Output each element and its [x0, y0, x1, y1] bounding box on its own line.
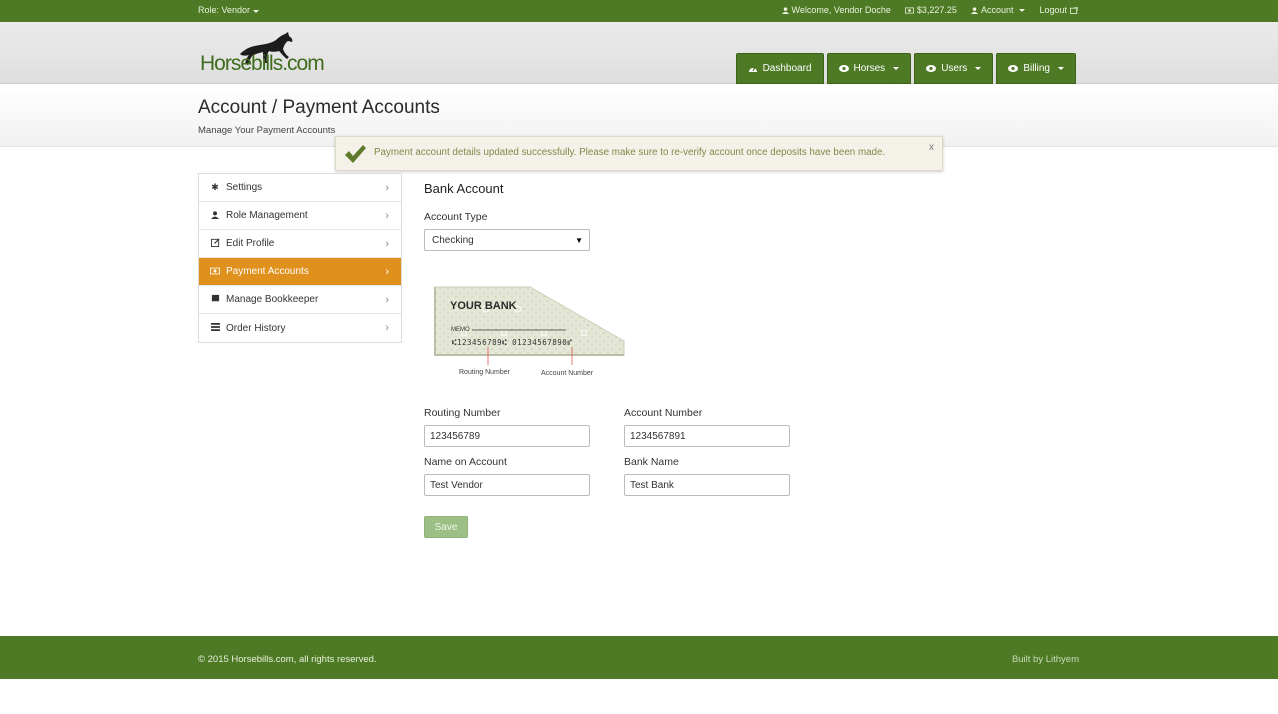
money-icon	[904, 7, 914, 13]
footer-copyright: © 2015 Horsebills.com, all rights reserv…	[198, 654, 377, 665]
nav-horses[interactable]: Horses	[826, 53, 912, 84]
chevron-down-icon	[893, 67, 900, 70]
top-bar: Role: Vendor Welcome, Vendor Doche $3,22…	[0, 0, 1278, 22]
chevron-down-icon	[1058, 67, 1064, 70]
main-nav: Dashboard Horses Users Billing	[735, 53, 1076, 84]
success-alert: Payment account details updated successf…	[335, 136, 943, 171]
account-caption: Account Number	[541, 370, 594, 377]
sidebar-item-edit-profile[interactable]: Edit Profile ›	[199, 230, 401, 258]
account-type-select[interactable]: Checking ▼	[424, 229, 590, 251]
book-icon	[210, 294, 220, 305]
sidebar-item-label: Settings	[226, 182, 263, 193]
account-number-label: Account Number	[624, 407, 703, 419]
settings-sidebar: ✱ Settings › Role Management › Edit Prof…	[198, 173, 402, 343]
external-link-icon	[1070, 6, 1078, 14]
routing-number-input[interactable]	[424, 425, 590, 447]
chevron-down-icon	[253, 10, 260, 13]
chevron-right-icon: ›	[385, 322, 389, 334]
name-on-account-input[interactable]	[424, 474, 590, 496]
chevron-right-icon: ›	[385, 238, 389, 250]
edit-icon	[210, 238, 220, 249]
check-diagram: YOUR BANK MEMO ⑆123456789⑆ 01234567890⑈ …	[434, 286, 625, 377]
role-label: Role: Vendor	[198, 5, 251, 15]
page-subtitle: Manage Your Payment Accounts	[198, 125, 336, 136]
chevron-right-icon: ›	[385, 210, 389, 222]
account-number-input[interactable]	[624, 425, 790, 447]
nav-users-label: Users	[941, 63, 968, 74]
user-icon	[970, 6, 978, 14]
name-on-account-label: Name on Account	[424, 456, 507, 468]
sidebar-item-role-management[interactable]: Role Management ›	[199, 202, 401, 230]
user-icon	[781, 6, 789, 14]
alert-message: Payment account details updated successf…	[374, 147, 886, 158]
nav-billing-label: Billing	[1023, 63, 1050, 74]
check-micr-text: ⑆123456789⑆ 01234567890⑈	[452, 338, 572, 347]
alert-close-button[interactable]: x	[929, 142, 934, 153]
sidebar-item-order-history[interactable]: Order History ›	[199, 314, 401, 342]
chevron-right-icon: ›	[385, 266, 389, 278]
page-title: Account / Payment Accounts	[198, 97, 440, 118]
eye-icon	[926, 65, 937, 72]
account-label: Account	[980, 5, 1014, 15]
chevron-down-icon	[975, 67, 982, 70]
form-heading: Bank Account	[424, 181, 504, 196]
checkmark-icon	[345, 145, 366, 163]
balance-link[interactable]: $3,227.25	[904, 5, 957, 15]
bank-name-label: Bank Name	[624, 456, 679, 468]
routing-number-label: Routing Number	[424, 407, 501, 419]
nav-horses-label: Horses	[853, 63, 886, 74]
account-type-label: Account Type	[424, 211, 488, 223]
sidebar-item-label: Manage Bookkeeper	[226, 294, 319, 305]
logo-text: Horsebills.com	[200, 52, 325, 75]
check-bank-text: YOUR BANK	[450, 300, 517, 312]
logout-label: Logout	[1039, 5, 1067, 15]
check-memo-text: MEMO	[451, 327, 470, 333]
sidebar-item-settings[interactable]: ✱ Settings ›	[199, 174, 401, 202]
sidebar-item-label: Order History	[226, 322, 286, 334]
sidebar-item-label: Payment Accounts	[226, 266, 309, 277]
bank-name-input[interactable]	[624, 474, 790, 496]
nav-users[interactable]: Users	[914, 53, 994, 84]
eye-icon	[838, 65, 849, 72]
role-dropdown[interactable]: Role: Vendor	[198, 5, 260, 15]
site-footer: © 2015 Horsebills.com, all rights reserv…	[0, 636, 1278, 679]
account-type-value: Checking	[432, 235, 474, 246]
list-icon	[210, 323, 220, 333]
chevron-down-icon: ▼	[575, 236, 583, 245]
sidebar-item-label: Role Management	[226, 210, 308, 221]
gear-icon: ✱	[211, 182, 219, 192]
welcome-text: Welcome, Vendor Doche	[781, 5, 891, 15]
nav-billing[interactable]: Billing	[996, 53, 1076, 84]
save-button[interactable]: Save	[424, 516, 468, 538]
footer-built-by-link[interactable]: Built by Lithyem	[1012, 654, 1079, 665]
nav-dashboard[interactable]: Dashboard	[735, 53, 824, 84]
balance-value: $3,227.25	[916, 5, 957, 15]
eye-icon	[1008, 65, 1019, 72]
sidebar-item-manage-bookkeeper[interactable]: Manage Bookkeeper ›	[199, 286, 401, 314]
site-logo[interactable]: Horsebills.com	[200, 30, 325, 80]
sidebar-item-label: Edit Profile	[226, 238, 275, 249]
site-header: Horsebills.com Dashboard Horses Users Bi…	[0, 22, 1278, 84]
money-icon	[210, 267, 220, 277]
chevron-right-icon: ›	[385, 294, 389, 306]
account-dropdown[interactable]: Account	[970, 5, 1026, 15]
user-icon	[210, 210, 220, 221]
logout-link[interactable]: Logout	[1039, 5, 1078, 15]
chevron-down-icon	[1019, 8, 1026, 12]
sidebar-item-payment-accounts[interactable]: Payment Accounts ›	[199, 258, 401, 286]
nav-dashboard-label: Dashboard	[762, 63, 812, 74]
welcome-label: Welcome, Vendor Doche	[791, 5, 891, 15]
routing-caption: Routing Number	[459, 369, 511, 376]
chevron-right-icon: ›	[385, 182, 389, 194]
dashboard-icon	[748, 66, 757, 72]
